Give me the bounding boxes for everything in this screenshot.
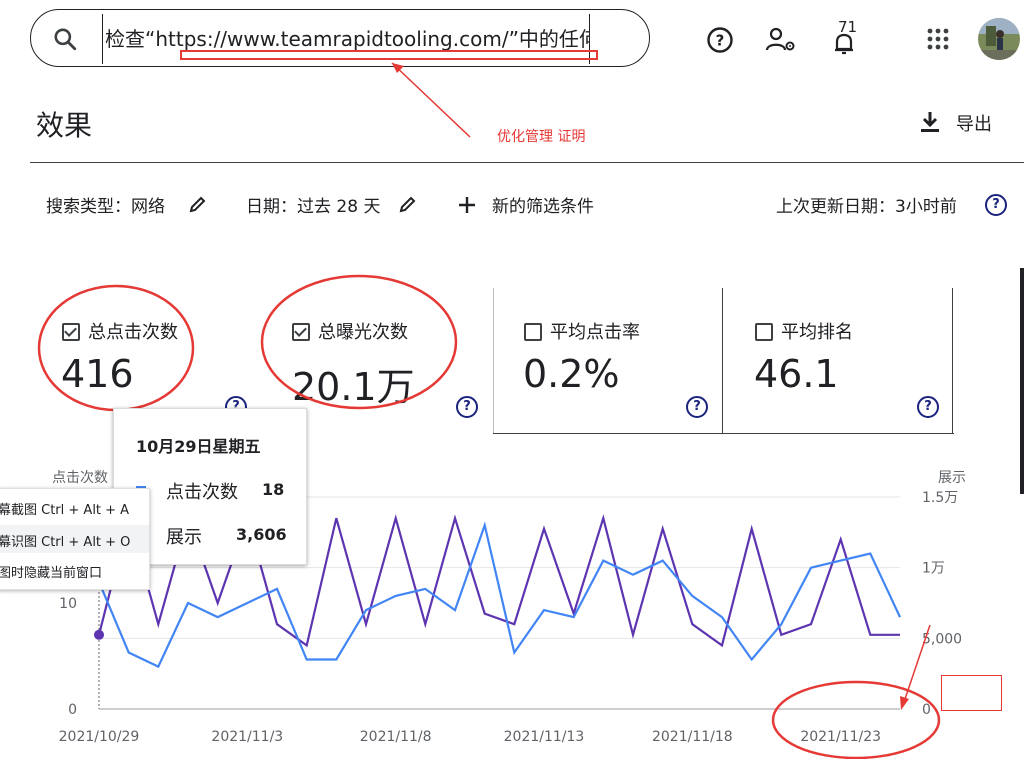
x-tick-label: 2021/10/29	[59, 729, 140, 745]
x-tick-label: 2021/11/13	[504, 729, 585, 745]
metric-card-position[interactable]: 平均排名	[755, 318, 853, 344]
checkbox-unchecked-icon[interactable]	[524, 323, 542, 341]
add-icon[interactable]	[456, 194, 478, 216]
left-tick-label: 10	[59, 596, 77, 612]
download-icon	[921, 112, 939, 132]
search-type-filter[interactable]: 搜索类型：网络	[46, 192, 165, 217]
annotation-text: 优化管理 证明	[497, 129, 586, 145]
metric-card-divider	[493, 288, 494, 434]
metric-label: 平均点击率	[550, 322, 640, 343]
tooltip-impressions-value: 3,606	[236, 525, 287, 544]
context-menu-item[interactable]: 屏幕识图 Ctrl + Alt + O	[0, 531, 130, 550]
hover-point	[94, 629, 104, 640]
search-icon[interactable]	[52, 26, 78, 52]
left-tick-label: 0	[68, 702, 77, 718]
last-updated-text: 上次更新日期：3小时前	[776, 197, 957, 217]
edit-icon[interactable]	[399, 195, 417, 213]
metric-value: 0.2%	[523, 352, 620, 396]
metric-card-divider	[952, 288, 953, 434]
avatar[interactable]	[978, 18, 1020, 60]
apps-grid-icon[interactable]	[927, 28, 949, 50]
help-icon[interactable]: ?	[706, 26, 734, 54]
svg-text:?: ?	[716, 32, 725, 50]
edit-icon[interactable]	[189, 195, 207, 213]
right-edge-bar	[1020, 268, 1024, 494]
annotation-circle	[37, 284, 195, 412]
x-tick-label: 2021/11/8	[360, 729, 432, 745]
tooltip-date: 10月29日星期五	[136, 437, 261, 456]
context-menu-item[interactable]: 截图时隐藏当前窗口	[0, 562, 102, 581]
new-filter-button[interactable]: 新的筛选条件	[492, 192, 594, 217]
annotation-box	[941, 675, 1002, 711]
annotation-circle	[260, 274, 458, 410]
annotation-arrow	[900, 624, 931, 710]
context-menu: 屏幕截图 Ctrl + Alt + A 屏幕识图 Ctrl + Alt + O …	[0, 488, 150, 590]
header-divider	[30, 162, 1024, 163]
tooltip-clicks-value: 18	[262, 480, 285, 499]
metric-card-divider	[493, 433, 954, 434]
x-tick-label: 2021/11/3	[211, 729, 283, 745]
metric-card-divider	[722, 288, 723, 434]
tooltip-impressions-label: 展示	[166, 527, 202, 548]
tooltip-clicks-label: 点击次数	[166, 482, 238, 503]
annotation-arrow	[391, 62, 471, 138]
notification-count: 71	[838, 18, 858, 36]
help-icon[interactable]: ?	[686, 396, 708, 418]
metric-card-ctr[interactable]: 平均点击率	[524, 318, 640, 344]
context-menu-item[interactable]: 屏幕截图 Ctrl + Alt + A	[0, 499, 129, 518]
right-tick-label: 1.5万	[922, 490, 958, 506]
x-tick-label: 2021/11/18	[652, 729, 733, 745]
checkbox-unchecked-icon[interactable]	[755, 323, 773, 341]
page-title: 效果	[36, 109, 93, 142]
export-label: 导出	[956, 114, 992, 135]
help-icon[interactable]: ?	[985, 194, 1007, 216]
user-settings-icon[interactable]	[765, 26, 797, 54]
right-tick-label: 1万	[922, 561, 945, 577]
metric-label: 平均排名	[781, 322, 853, 343]
metric-value: 46.1	[754, 352, 839, 396]
help-icon[interactable]: ?	[917, 396, 939, 418]
date-filter[interactable]: 日期：过去 28 天	[246, 192, 380, 217]
